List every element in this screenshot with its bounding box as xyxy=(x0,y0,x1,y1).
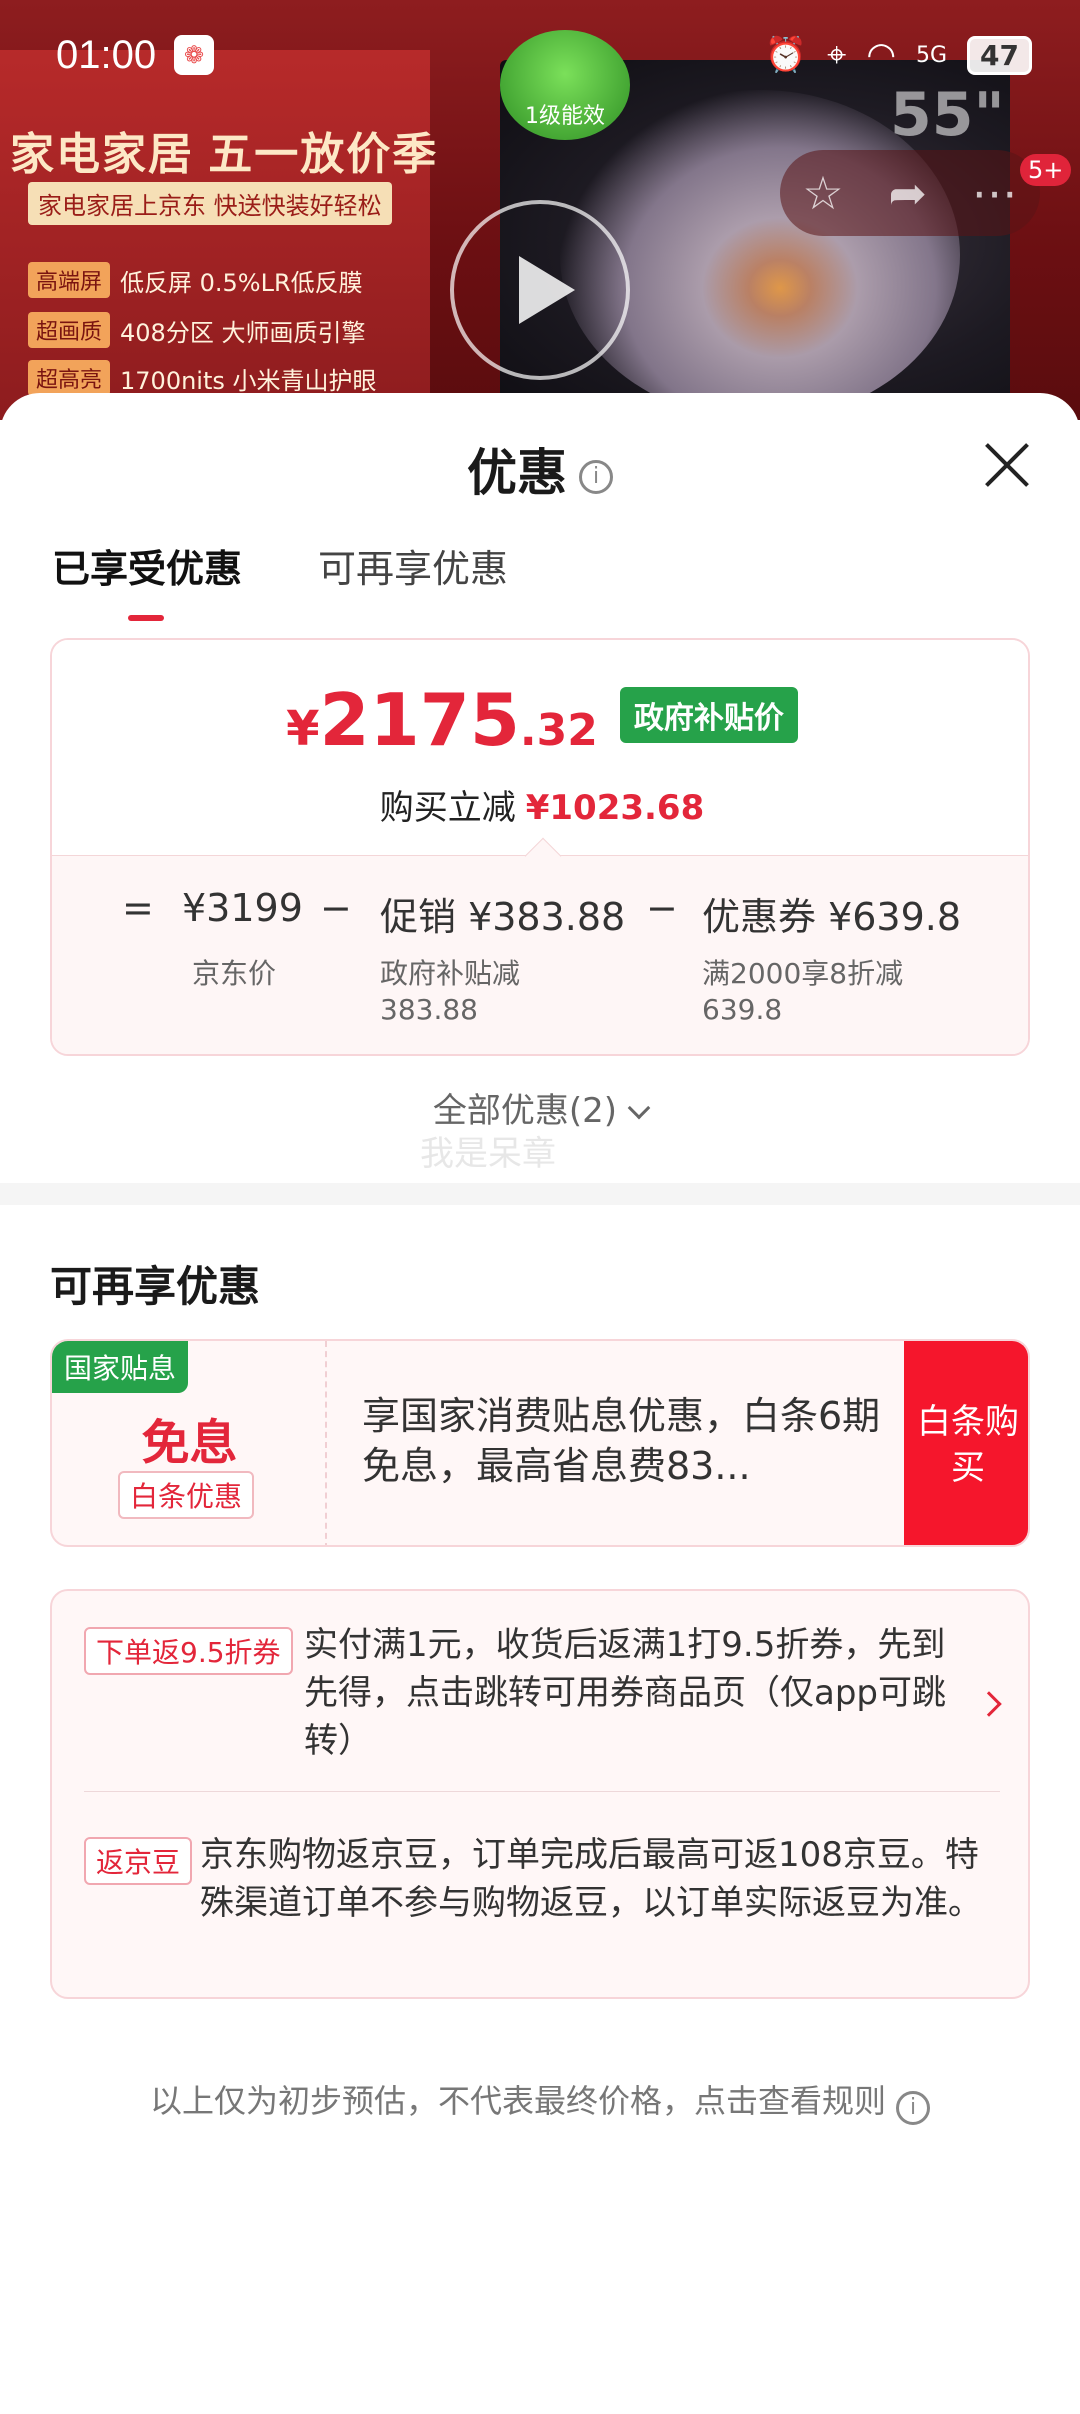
watermark: 我是呆章 xyxy=(420,1134,556,1174)
app-notification-icon: ❁ xyxy=(174,35,215,75)
promo-text: 实付满1元，收货后返满1打9.5折券，先到先得，点击跳转可用券商品页（仅app可… xyxy=(304,1625,946,1761)
more-icon[interactable]: ⋯ xyxy=(972,166,1018,220)
rules-note-text: 以上仅为初步预估，不代表最终价格，点击查看规则 xyxy=(149,2082,886,2120)
info-icon[interactable]: i xyxy=(579,459,613,494)
gov-subsidy-badge: 政府补贴价 xyxy=(619,687,798,743)
play-video-button[interactable] xyxy=(450,200,630,380)
price-reduction: 购买立减 ¥1023.68 xyxy=(52,780,1028,829)
status-icons: ⏰ ⌖ ◠ 5G 47 xyxy=(765,35,1032,75)
status-bar: 01:00 ❁ ⏰ ⌖ ◠ 5G 47 xyxy=(0,0,1080,110)
currency-symbol: ¥ xyxy=(286,701,320,757)
promo-label: 政府补贴减 383.88 xyxy=(380,956,520,1028)
baitiao-buy-button[interactable]: 白条购买 xyxy=(904,1341,1028,1545)
top-action-group: ☆ ➦ ⋯ xyxy=(780,150,1040,236)
all-discounts-label: 全部优惠(2) xyxy=(432,1091,618,1131)
play-icon xyxy=(519,256,575,324)
close-button[interactable] xyxy=(976,435,1036,495)
promo-divider xyxy=(84,1791,1000,1792)
jd-price-label: 京东价 xyxy=(192,957,277,990)
feature-line: 高端屏 低反屏 0.5%LR低反膜 xyxy=(28,262,363,298)
price-integer: 2175 xyxy=(319,678,520,762)
promo-item-jd-beans: 返京豆 京东购物返京豆，订单完成后最高可返108京豆。特殊渠道订单不参与购物返豆… xyxy=(84,1831,1004,1981)
feature-text: 408分区 大师画质引擎 xyxy=(120,318,366,347)
promo-item-coupon[interactable]: 下单返9.5折券 实付满1元，收货后返满1打9.5折券，先到先得，点击跳转可用券… xyxy=(84,1621,1004,1781)
promo-tag: 返京豆 xyxy=(84,1837,193,1885)
interest-free-card[interactable]: 国家贴息 免息 白条优惠 享国家消费贴息优惠，白条6期免息，最高省息费83...… xyxy=(50,1339,1030,1547)
price-summary-card: ¥2175.32 政府补贴价 购买立减 ¥1023.68 = ¥3199 − 促销… xyxy=(50,638,1030,1056)
wifi-icon: ◠ xyxy=(866,35,896,75)
interest-free-description: 享国家消费贴息优惠，白条6期免息，最高省息费83... xyxy=(362,1394,881,1488)
jd-price: ¥3199 xyxy=(182,886,303,930)
share-icon[interactable]: ➦ xyxy=(888,166,927,220)
promo-text: 京东购物返京豆，订单完成后最高可返108京豆。特殊渠道订单不参与购物返豆，以订单… xyxy=(200,1835,982,1923)
section-title: 可再享优惠 xyxy=(50,1262,261,1311)
baitiao-discount-label: 白条优惠 xyxy=(118,1471,255,1519)
battery-icon: 47 xyxy=(967,35,1032,75)
minus-sign: − xyxy=(646,886,678,930)
promo-amount: 促销 ¥383.88 xyxy=(380,895,626,939)
feature-tag: 高端屏 xyxy=(28,262,111,298)
section-divider xyxy=(0,1183,1080,1205)
promo-tag: 下单返9.5折券 xyxy=(84,1627,293,1675)
minus-sign: − xyxy=(320,886,352,930)
equals-sign: = xyxy=(122,886,154,930)
banner-title: 家电家居 五一放价季 xyxy=(10,130,439,179)
coupon-label-line2: 639.8 xyxy=(702,993,783,1026)
signal-icon: 5G xyxy=(915,42,948,68)
info-icon: i xyxy=(896,2091,930,2125)
sheet-title: 优惠 i xyxy=(0,433,1080,505)
feature-line: 超画质 408分区 大师画质引擎 xyxy=(28,312,365,348)
coupon-label: 满2000享8折减 639.8 xyxy=(702,956,903,1028)
price-breakdown: = ¥3199 − 促销 ¥383.88 − 优惠券 ¥639.8 京东价 政府… xyxy=(52,837,1028,1054)
feature-tag: 超高亮 xyxy=(28,360,111,396)
cart-badge: 5+ xyxy=(1020,154,1072,186)
feature-tag: 超画质 xyxy=(28,312,111,348)
interest-free-main: 免息 xyxy=(141,1415,238,1471)
alarm-icon: ⏰ xyxy=(764,35,808,75)
feature-text: 低反屏 0.5%LR低反膜 xyxy=(120,268,363,297)
reduce-label: 购买立减 xyxy=(379,788,516,828)
star-icon[interactable]: ☆ xyxy=(802,166,843,220)
promo-card: 下单返9.5折券 实付满1元，收货后返满1打9.5折券，先到先得，点击跳转可用券… xyxy=(50,1589,1030,1999)
coupon-amount: 优惠券 ¥639.8 xyxy=(702,895,962,939)
location-icon: ⌖ xyxy=(827,35,847,75)
discount-tabs: 已享受优惠 可再享优惠 xyxy=(52,538,508,621)
sheet-title-text: 优惠 xyxy=(467,444,567,502)
reduce-amount: ¥1023.68 xyxy=(525,788,705,828)
national-subsidy-tag: 国家贴息 xyxy=(52,1341,189,1393)
chevron-down-icon xyxy=(627,1096,651,1120)
final-price: ¥2175.32 政府补贴价 xyxy=(52,684,1028,757)
rules-note[interactable]: 以上仅为初步预估，不代表最终价格，点击查看规则 i xyxy=(0,2076,1080,2125)
status-time: 01:00 xyxy=(56,32,157,77)
tab-more-available[interactable]: 可再享优惠 xyxy=(318,538,508,593)
discount-sheet: 优惠 i 已享受优惠 可再享优惠 ¥2175.32 政府补贴价 购买立减 ¥1023… xyxy=(0,393,1080,2414)
promo-label-line1: 政府补贴减 xyxy=(380,957,521,990)
feature-text: 1700nits 小米青山护眼 xyxy=(120,366,377,395)
chevron-right-icon xyxy=(976,1691,1002,1717)
coupon-label-line1: 满2000享8折减 xyxy=(702,957,904,990)
banner-subtitle: 家电家居上京东 快送快装好轻松 xyxy=(28,182,392,225)
price-decimal: .32 xyxy=(519,705,598,756)
promo-label-line2: 383.88 xyxy=(380,993,478,1026)
tab-enjoyed[interactable]: 已享受优惠 xyxy=(52,538,242,621)
all-discounts-toggle[interactable]: 全部优惠(2) xyxy=(0,1083,1080,1132)
feature-line: 超高亮 1700nits 小米青山护眼 xyxy=(28,360,377,396)
